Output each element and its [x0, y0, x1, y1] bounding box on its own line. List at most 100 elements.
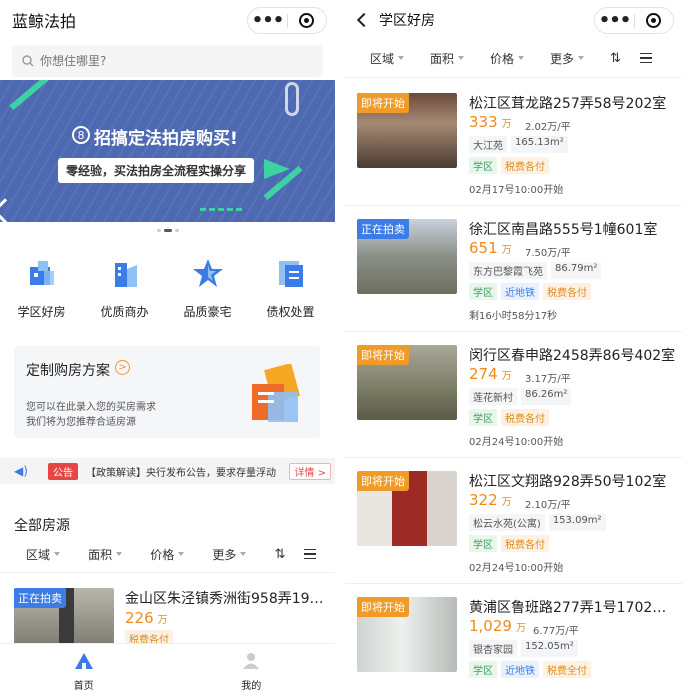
tag-row: 学区 近地铁 税费各付 [469, 283, 591, 300]
meta-row: 大江苑 165.13m² [469, 136, 568, 153]
listing-card[interactable]: 即将开始 松江区文翔路928弄50号102室 322 万 2.10万/平 松云水苑… [357, 471, 677, 597]
custom-plan-title: 定制购房方案 [26, 363, 110, 379]
notice-text: 【政策解读】央行发布公告，要求存量浮动 [86, 467, 276, 479]
listing-card[interactable]: 即将开始 松江区茸龙路257弄58号202室 333 万 2.02万/平 大江苑 1… [357, 93, 677, 219]
category-claim[interactable]: 债权处置 [249, 255, 332, 320]
listing-photo: 正在拍卖 [357, 219, 457, 294]
listing-title: 黄浦区鲁班路277弄1号1702… [469, 600, 667, 616]
category-grid: 学区好房 优质商办 品质豪宅 债权处置 [0, 255, 335, 320]
filter-area[interactable]: 面积 [88, 546, 150, 563]
status-badge: 正在拍卖 [14, 588, 66, 608]
close-target-icon[interactable] [288, 13, 326, 28]
listing-card[interactable]: 即将开始 闵行区春申路2458弄86号402室 274 万 3.17万/平 莲花新… [357, 345, 677, 471]
auction-time: 02月24号10:00开始 [469, 437, 564, 448]
tag-row: 学区 税费各付 [469, 157, 549, 174]
close-target-icon[interactable] [635, 13, 673, 28]
banner-title: 招搞定法拍房购买! [94, 129, 238, 149]
filter-area[interactable]: 面积 [430, 50, 490, 67]
listing-title: 金山区朱泾镇秀洲街958弄19… [125, 591, 324, 607]
category-school-house[interactable]: 学区好房 [0, 255, 83, 320]
listing-price: 322 万 [469, 491, 512, 509]
listing-title: 徐汇区南昌路555号1幢601室 [469, 222, 658, 238]
meta-row: 东方巴黎霞飞苑 86.79m² [469, 262, 602, 279]
caret-down-icon [458, 56, 465, 60]
caret-down-icon [518, 56, 525, 60]
meta-chip: 银杏家园 [469, 640, 517, 657]
custom-plan-card[interactable]: 定制购房方案 > 您可以在此录入您的买房需求 我们将为您推荐合适房源 [14, 346, 320, 438]
listing-title: 松江区茸龙路257弄58号202室 [469, 96, 667, 112]
listing-price: 1,029 万 [469, 617, 526, 635]
meta-chip: 松云水苑(公寓) [469, 514, 545, 531]
banner-subtitle: 零经验，买法拍房全流程实操分享 [58, 158, 255, 183]
filter-more[interactable]: 更多 [550, 50, 610, 67]
tag: 学区 [469, 661, 497, 678]
search-input[interactable] [40, 54, 260, 68]
status-badge: 正在拍卖 [357, 219, 409, 239]
list-menu-icon[interactable] [304, 549, 316, 559]
unit-price: 6.77万/平 [533, 626, 579, 637]
home-icon [74, 653, 93, 669]
caret-down-icon [578, 56, 585, 60]
meta-chip: 大江苑 [469, 136, 507, 153]
meta-row: 莲花新村 86.26m² [469, 388, 572, 405]
filter-more[interactable]: 更多 [212, 546, 274, 563]
back-arrow-icon[interactable] [356, 12, 372, 28]
listing-photo: 即将开始 [357, 597, 457, 672]
auction-time: 02月17号10:00开始 [469, 185, 564, 196]
listing-price: 226 万 [125, 609, 168, 627]
office-building-icon [107, 255, 143, 291]
unit-price: 2.10万/平 [525, 500, 571, 511]
svg-text:8: 8 [78, 129, 85, 142]
school-house-icon [24, 255, 60, 291]
tag: 近地铁 [501, 283, 539, 300]
top-bar: 蓝鲸法拍 ••• [0, 0, 335, 40]
tag-row: 学区 近地铁 税费全付 [469, 661, 591, 678]
listing-photo: 即将开始 [357, 93, 457, 168]
tab-home[interactable]: 首页 [0, 644, 168, 700]
auction-time: 剩16小时58分17秒 [469, 311, 558, 322]
meta-chip: 莲花新村 [469, 388, 517, 405]
filter-region[interactable]: 区域 [26, 546, 88, 563]
promo-banner[interactable]: 招搞定法拍房购买! 8 零经验，买法拍房全流程实操分享 [0, 80, 335, 222]
top-bar: 学区好房 ••• [345, 0, 682, 40]
notice-bar[interactable]: ◀) 公告 【政策解读】央行发布公告，要求存量浮动 详情 > [0, 458, 335, 484]
notice-tag: 公告 [48, 462, 78, 480]
sort-icon[interactable]: ⇅ [610, 51, 640, 66]
tag: 学区 [469, 283, 497, 300]
tag-row: 学区 税费各付 [469, 409, 549, 426]
tag: 税费各付 [543, 283, 591, 300]
star-mansion-icon [190, 255, 226, 291]
listing-price: 333 万 [469, 113, 512, 131]
bottom-tab-bar: 首页 我的 [0, 643, 335, 700]
category-mansion[interactable]: 品质豪宅 [166, 255, 249, 320]
meta-chip: 165.13m² [511, 136, 568, 153]
listing-title: 松江区文翔路928弄50号102室 [469, 474, 667, 490]
more-dots-icon[interactable]: ••• [248, 11, 287, 30]
unit-price: 3.17万/平 [525, 374, 571, 385]
filter-bar: 区域 面积 价格 更多 ⇅ [26, 540, 316, 568]
filter-price[interactable]: 价格 [490, 50, 550, 67]
more-dots-icon[interactable]: ••• [595, 11, 634, 30]
app-title: 蓝鲸法拍 [12, 12, 77, 31]
listing-photo: 即将开始 [357, 345, 457, 420]
documents-illustration-icon [252, 364, 300, 422]
category-office[interactable]: 优质商办 [83, 255, 166, 320]
tag: 近地铁 [501, 661, 539, 678]
sort-icon[interactable]: ⇅ [275, 547, 305, 562]
paperclip-icon [285, 82, 299, 116]
search-bar[interactable] [12, 45, 323, 77]
filter-region[interactable]: 区域 [370, 50, 430, 67]
filter-price[interactable]: 价格 [150, 546, 212, 563]
listing-card[interactable]: 即将开始 黄浦区鲁班路277弄1号1702… 1,029 万 6.77万/平 银杏… [357, 597, 677, 700]
status-badge: 即将开始 [357, 597, 409, 617]
notice-more-link[interactable]: 详情 > [289, 463, 331, 480]
unit-price: 7.50万/平 [525, 248, 571, 259]
caret-down-icon [240, 552, 247, 556]
tab-profile[interactable]: 我的 [168, 644, 336, 700]
claim-document-icon [273, 255, 309, 291]
listing-card[interactable]: 正在拍卖 徐汇区南昌路555号1幢601室 651 万 7.50万/平 东方巴黎霞… [357, 219, 677, 345]
tag: 税费全付 [543, 661, 591, 678]
tag: 税费各付 [501, 535, 549, 552]
list-menu-icon[interactable] [640, 53, 652, 63]
unit-price: 2.02万/平 [525, 122, 571, 133]
